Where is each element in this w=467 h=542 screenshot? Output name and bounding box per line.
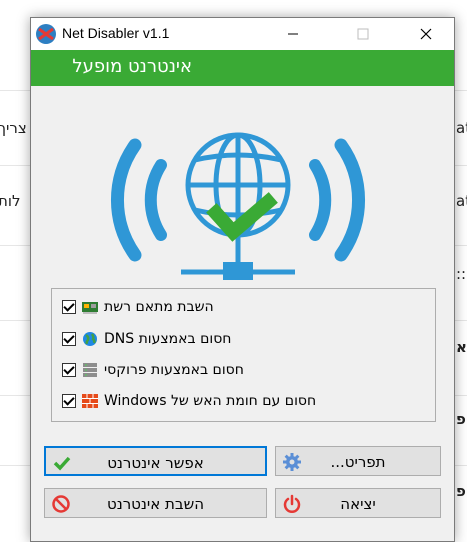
background-text: ati	[456, 192, 467, 210]
network-adapter-icon	[82, 302, 98, 314]
background-divider	[453, 320, 467, 321]
option-label: חסום באמצעות פרוקסי	[104, 362, 244, 378]
option-label: השבת מתאם רשת	[104, 299, 214, 315]
close-button[interactable]	[403, 18, 449, 50]
option-block-dns[interactable]: חסום באמצעות DNS	[62, 329, 372, 349]
title-bar[interactable]: Net Disabler v1.1	[31, 18, 454, 50]
background-divider	[0, 395, 30, 396]
background-text: א	[456, 338, 467, 356]
background-divider	[0, 465, 30, 466]
maximize-button	[340, 18, 386, 50]
background-divider	[453, 395, 467, 396]
checkbox[interactable]	[62, 363, 76, 377]
disable-internet-button[interactable]: השבת אינטרנט	[44, 488, 267, 518]
background-divider	[0, 90, 30, 91]
background-divider	[0, 245, 30, 246]
checkbox[interactable]	[62, 332, 76, 346]
allow-internet-button[interactable]: אפשר אינטרנט	[44, 446, 267, 476]
background-text: פ	[456, 482, 466, 500]
app-icon	[36, 24, 56, 44]
background-text: פ	[456, 410, 466, 428]
background-divider	[453, 245, 467, 246]
menu-label: תפריט...	[330, 453, 386, 471]
maximize-icon	[357, 28, 369, 40]
status-bar: אינטרנט מופעל	[31, 50, 454, 86]
globe-icon	[83, 332, 97, 346]
background-divider	[453, 165, 467, 166]
internet-status-text: אינטרנט מופעל	[72, 56, 192, 77]
background-divider	[453, 90, 467, 91]
exit-label: יציאה	[340, 495, 376, 513]
disable-internet-label: השבת אינטרנט	[106, 495, 205, 513]
option-block-proxy[interactable]: חסום באמצעות פרוקסי	[62, 360, 372, 380]
minimize-icon	[288, 33, 298, 35]
background-text: ati	[456, 119, 467, 137]
background-divider	[0, 320, 30, 321]
background-divider	[0, 165, 30, 166]
blocking-options-group: השבת מתאם רשת חסום באמצעות DNS חסום באמצ…	[51, 288, 436, 422]
checkbox[interactable]	[62, 300, 76, 314]
background-text: ::	[456, 265, 467, 283]
option-label: חסום באמצעות DNS	[104, 331, 232, 347]
checkbox[interactable]	[62, 394, 76, 408]
firewall-icon	[82, 394, 98, 408]
option-label: חסום עם חומת האש של Windows	[104, 393, 317, 409]
menu-button[interactable]: תפריט...	[275, 446, 441, 476]
exit-button[interactable]: יציאה	[275, 488, 441, 518]
wifi-globe-illustration	[111, 132, 365, 280]
window-title: Net Disabler v1.1	[62, 25, 170, 41]
background-text: לות	[0, 192, 21, 210]
option-disable-adapter[interactable]: השבת מתאם רשת	[62, 297, 372, 317]
option-block-firewall[interactable]: חסום עם חומת האש של Windows	[62, 391, 372, 411]
allow-internet-label: אפשר אינטרנט	[107, 454, 204, 472]
server-icon	[83, 363, 97, 377]
close-icon	[420, 28, 432, 40]
background-divider	[453, 465, 467, 466]
background-text: צריך	[0, 119, 27, 137]
minimize-button[interactable]	[270, 18, 316, 50]
net-disabler-window: Net Disabler v1.1 אינטרנט מופעל השבת מתא…	[30, 17, 455, 542]
